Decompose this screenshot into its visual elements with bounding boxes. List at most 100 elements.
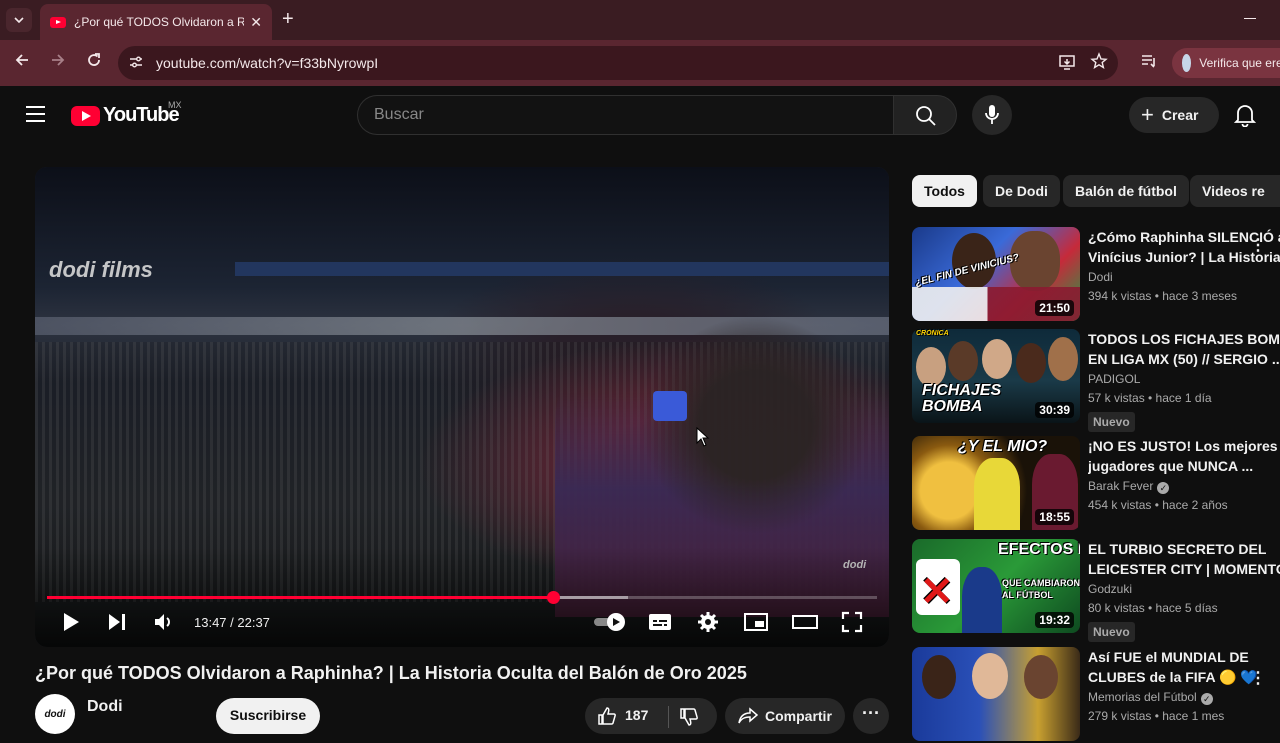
thumbnail-overlay-subtext: QUE CAMBIARON AL FÚTBOL bbox=[1002, 578, 1080, 600]
channel-avatar[interactable]: dodi bbox=[35, 694, 75, 734]
channel-name: Barak Fever bbox=[1088, 479, 1154, 493]
plus-icon: + bbox=[1141, 102, 1154, 127]
chip-de-dodi[interactable]: De Dodi bbox=[983, 175, 1060, 207]
recommendation-meta: 394 k vistas • hace 3 meses bbox=[1088, 289, 1237, 303]
video-thumbnail[interactable] bbox=[912, 647, 1080, 741]
video-thumbnail[interactable]: ¿Y EL MIO? 18:55 bbox=[912, 436, 1080, 530]
recommendation-more-icon[interactable]: ⋮ bbox=[1250, 235, 1266, 255]
miniplayer-icon[interactable] bbox=[743, 611, 769, 638]
site-info-icon[interactable] bbox=[128, 54, 144, 73]
chevron-down-icon bbox=[14, 17, 24, 23]
notifications-bell-icon[interactable] bbox=[1233, 103, 1257, 132]
autoplay-toggle-icon[interactable] bbox=[592, 611, 628, 638]
browser-tab[interactable]: ¿Por qué TODOS Olvidaron a Raphinha? | L… bbox=[40, 4, 272, 40]
share-button[interactable]: Compartir bbox=[725, 698, 845, 734]
new-tab-button[interactable]: + bbox=[282, 8, 294, 31]
thumbnail-overlay-text: FICHAJES BOMBA bbox=[922, 382, 1002, 415]
bookmark-star-icon[interactable] bbox=[1090, 52, 1108, 75]
youtube-favicon-icon bbox=[50, 16, 66, 28]
recommendation-item[interactable]: ✕ EFECTOS MARIPOSA QUE CAMBIARON AL FÚTB… bbox=[912, 539, 1280, 642]
video-thumbnail[interactable]: CRÓNICA FICHAJES BOMBA 30:39 bbox=[912, 329, 1080, 423]
video-duration: 19:32 bbox=[1035, 612, 1074, 628]
fullscreen-icon[interactable] bbox=[841, 611, 863, 638]
recommendation-item[interactable]: ¿Y EL MIO? 18:55 ¡NO ES JUSTO! Los mejor… bbox=[912, 436, 1280, 532]
like-divider bbox=[668, 706, 669, 728]
minimize-window-icon[interactable] bbox=[1244, 18, 1256, 19]
video-thumbnail[interactable]: ¿EL FIN DE VINICIUS? 21:50 bbox=[912, 227, 1080, 321]
recommendation-item[interactable]: ¿EL FIN DE VINICIUS? 21:50 ¿Cómo Raphinh… bbox=[912, 227, 1280, 323]
play-icon[interactable] bbox=[61, 611, 81, 638]
menu-icon[interactable] bbox=[26, 106, 45, 127]
recommendation-channel[interactable]: Godzuki bbox=[1088, 582, 1132, 596]
mouse-cursor-icon bbox=[696, 426, 710, 452]
back-arrow-icon[interactable] bbox=[14, 52, 30, 73]
more-actions-button[interactable]: ··· bbox=[853, 698, 889, 734]
media-queue-icon[interactable] bbox=[1140, 52, 1158, 75]
recommendation-item[interactable]: CRÓNICA FICHAJES BOMBA 30:39 TODOS LOS F… bbox=[912, 329, 1280, 432]
verified-check-icon: ✓ bbox=[1200, 693, 1213, 705]
create-label: Crear bbox=[1161, 107, 1199, 123]
url-text[interactable]: youtube.com/watch?v=f33bNyrowpI bbox=[156, 55, 378, 71]
recommendation-meta: 80 k vistas • hace 5 días bbox=[1088, 601, 1218, 615]
recommendation-title-line1: ¡NO ES JUSTO! Los mejores bbox=[1088, 438, 1278, 454]
recommendation-item[interactable]: Así FUE el MUNDIAL DE CLUBES de la FIFA … bbox=[912, 647, 1280, 743]
recommendation-title-line1: Así FUE el MUNDIAL DE bbox=[1088, 649, 1249, 665]
chip-todos[interactable]: Todos bbox=[912, 175, 977, 207]
recommendation-meta: 279 k vistas • hace 1 mes bbox=[1088, 709, 1225, 723]
microphone-icon bbox=[985, 105, 999, 124]
like-icon[interactable] bbox=[597, 706, 617, 731]
youtube-play-logo-icon bbox=[71, 105, 100, 126]
recommendation-channel[interactable]: Dodi bbox=[1088, 270, 1113, 284]
video-duration: 18:55 bbox=[1035, 509, 1074, 525]
video-title: ¿Por qué TODOS Olvidaron a Raphinha? | L… bbox=[35, 663, 747, 683]
recommendation-title-line2: LEICESTER CITY | MOMENTO... bbox=[1088, 561, 1280, 577]
thumbnail-overlay-label: CRÓNICA bbox=[916, 330, 949, 337]
recommendation-channel[interactable]: Memorias del Fútbol ✓ bbox=[1088, 690, 1213, 705]
recommendation-meta: 57 k vistas • hace 1 día bbox=[1088, 391, 1212, 405]
video-player[interactable]: dodi films dodi 13:47 / 22:37 bbox=[35, 167, 889, 647]
profile-verify-button[interactable]: Verifica que eres tú bbox=[1172, 48, 1280, 78]
recommendation-more-icon[interactable]: ⋮ bbox=[1250, 668, 1266, 688]
reload-icon[interactable] bbox=[86, 52, 102, 73]
tab-close-icon[interactable]: ✕ bbox=[250, 14, 262, 31]
progress-fill bbox=[47, 596, 554, 599]
recommendation-title-line1: EL TURBIO SECRETO DEL bbox=[1088, 541, 1267, 557]
progress-bar[interactable] bbox=[47, 591, 877, 604]
volume-icon[interactable] bbox=[153, 611, 175, 638]
search-button[interactable] bbox=[893, 95, 957, 135]
install-app-icon[interactable] bbox=[1058, 53, 1076, 76]
channel-name[interactable]: Dodi bbox=[87, 698, 123, 716]
new-badge: Nuevo bbox=[1088, 412, 1135, 432]
recommendation-channel[interactable]: PADIGOL bbox=[1088, 372, 1140, 386]
next-icon[interactable] bbox=[107, 611, 127, 638]
theater-mode-icon[interactable] bbox=[791, 611, 819, 638]
browser-toolbar: youtube.com/watch?v=f33bNyrowpI Verifica… bbox=[0, 40, 1280, 86]
video-duration: 30:39 bbox=[1035, 402, 1074, 418]
thumbnail-overlay-text: EFECTOS MARIPOSA bbox=[998, 541, 1080, 558]
recommendation-title-line2: jugadores que NUNCA ... bbox=[1088, 458, 1254, 474]
red-x-icon: ✕ bbox=[920, 570, 954, 614]
browser-tab-bar: ¿Por qué TODOS Olvidaron a Raphinha? | L… bbox=[0, 0, 1280, 40]
settings-gear-icon[interactable] bbox=[697, 611, 719, 638]
country-code: MX bbox=[168, 100, 182, 110]
recommendation-channel[interactable]: Barak Fever ✓ bbox=[1088, 479, 1170, 494]
tab-search-button[interactable] bbox=[6, 8, 32, 32]
profile-avatar bbox=[1182, 54, 1192, 72]
search-input[interactable] bbox=[374, 96, 874, 134]
video-watermark: dodi films bbox=[49, 257, 153, 282]
share-label: Compartir bbox=[765, 708, 832, 724]
voice-search-button[interactable] bbox=[972, 95, 1012, 135]
thumbnail-overlay-text: ¿Y EL MIO? bbox=[958, 438, 1048, 455]
chip-balon-de-futbol[interactable]: Balón de fútbol bbox=[1063, 175, 1189, 207]
forward-arrow-icon[interactable] bbox=[50, 52, 66, 73]
subscribe-button[interactable]: Suscribirse bbox=[216, 698, 320, 734]
address-bar[interactable]: youtube.com/watch?v=f33bNyrowpI bbox=[118, 46, 1118, 80]
search-icon bbox=[916, 106, 936, 126]
video-thumbnail[interactable]: ✕ EFECTOS MARIPOSA QUE CAMBIARON AL FÚTB… bbox=[912, 539, 1080, 633]
youtube-logo[interactable]: YouTube MX bbox=[71, 100, 182, 127]
subtitles-icon[interactable] bbox=[648, 611, 672, 638]
chip-videos-relacionados[interactable]: Videos re bbox=[1190, 175, 1280, 207]
like-count: 187 bbox=[625, 707, 649, 723]
create-button[interactable]: + Crear bbox=[1129, 97, 1219, 133]
verified-check-icon: ✓ bbox=[1157, 482, 1170, 494]
